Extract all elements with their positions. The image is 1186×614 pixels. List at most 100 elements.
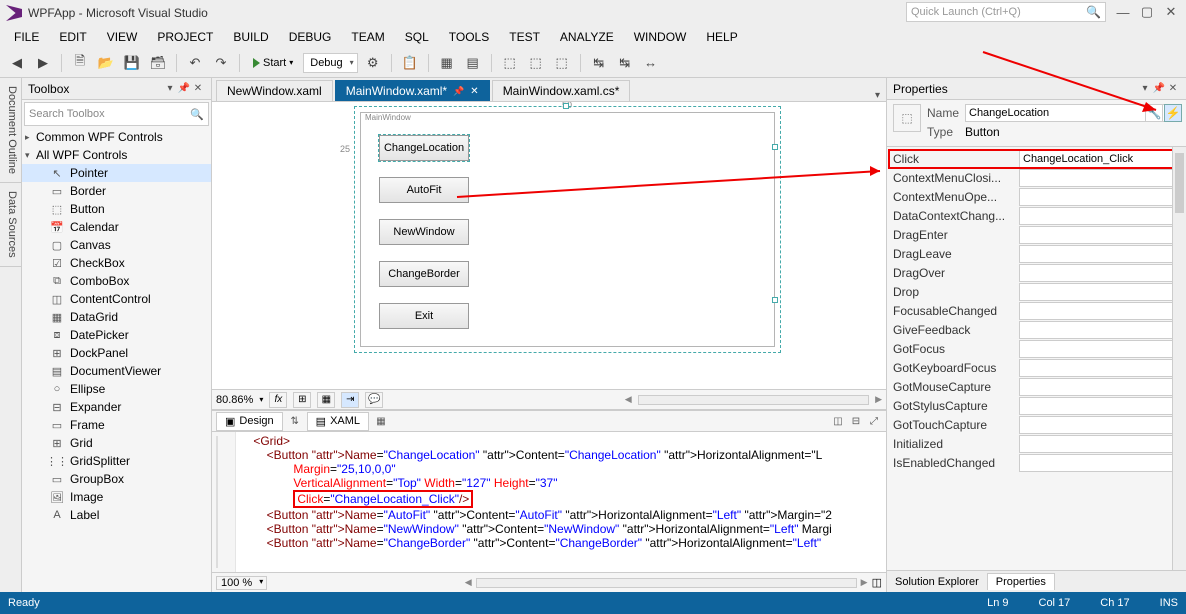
doc-tab[interactable]: MainWindow.xaml.cs* (492, 80, 631, 101)
menu-team[interactable]: TEAM (341, 28, 394, 46)
tb-icon-10[interactable]: ↔ (640, 52, 662, 74)
rail-data-sources[interactable]: Data Sources (0, 183, 21, 267)
tb-icon-2[interactable]: 📋 (399, 52, 421, 74)
toolbox-item-documentviewer[interactable]: ▤DocumentViewer (22, 362, 211, 380)
open-file-button[interactable]: 📂 (95, 52, 117, 74)
resize-handle[interactable] (563, 103, 569, 109)
event-handler-input[interactable] (1019, 359, 1184, 377)
properties-close-icon[interactable]: ✕ (1166, 83, 1180, 94)
toolbox-item-grid[interactable]: ⊞Grid (22, 434, 211, 452)
toolbox-item-calendar[interactable]: 📅Calendar (22, 218, 211, 236)
event-handler-input[interactable] (1019, 207, 1184, 225)
tabs-overflow-icon[interactable]: ▾ (869, 90, 886, 101)
properties-mode-button[interactable]: 🔧 (1145, 104, 1163, 122)
toolbox-item-border[interactable]: ▭Border (22, 182, 211, 200)
toolbox-item-button[interactable]: ⬚Button (22, 200, 211, 218)
tb-icon-1[interactable]: ⚙ (362, 52, 384, 74)
menu-view[interactable]: VIEW (97, 28, 148, 46)
toolbox-item-gridsplitter[interactable]: ⋮⋮GridSplitter (22, 452, 211, 470)
toolbox-item-contentcontrol[interactable]: ◫ContentControl (22, 290, 211, 308)
snap-button[interactable]: ▦ (317, 392, 335, 408)
maximize-button[interactable]: ▢ (1136, 2, 1158, 22)
event-handler-input[interactable] (1019, 302, 1184, 320)
close-button[interactable]: ✕ (1160, 2, 1182, 22)
nav-forward-button[interactable]: ▶ (32, 52, 54, 74)
swap-panes-icon[interactable]: ⇅ (287, 413, 303, 429)
event-handler-input[interactable] (1019, 416, 1184, 434)
resize-handle[interactable] (772, 297, 778, 303)
close-tab-icon[interactable]: ✕ (470, 86, 478, 97)
toolbox-item-datagrid[interactable]: ▦DataGrid (22, 308, 211, 326)
menu-build[interactable]: BUILD (223, 28, 278, 46)
tb-icon-4[interactable]: ▤ (462, 52, 484, 74)
toolbox-item-dockpanel[interactable]: ⊞DockPanel (22, 344, 211, 362)
snapline-button[interactable]: ⇥ (341, 392, 359, 408)
event-handler-input[interactable] (1019, 169, 1184, 187)
nav-back-button[interactable]: ◀ (6, 52, 28, 74)
split-icon[interactable]: ◫ (872, 576, 882, 589)
effects-button[interactable]: 💬 (365, 392, 383, 408)
menu-analyze[interactable]: ANALYZE (550, 28, 624, 46)
menu-sql[interactable]: SQL (395, 28, 439, 46)
menu-help[interactable]: HELP (696, 28, 747, 46)
toolbox-item-ellipse[interactable]: ○Ellipse (22, 380, 211, 398)
solution-explorer-tab[interactable]: Solution Explorer (887, 574, 987, 590)
event-handler-input[interactable] (1019, 435, 1184, 453)
design-tab[interactable]: ▣ Design (216, 412, 283, 431)
menu-window[interactable]: WINDOW (624, 28, 697, 46)
event-handler-input[interactable] (1019, 321, 1184, 339)
event-handler-input[interactable] (1019, 454, 1184, 472)
quick-launch-input[interactable]: Quick Launch (Ctrl+Q) 🔍 (906, 2, 1106, 22)
minimize-button[interactable]: — (1112, 2, 1134, 22)
save-button[interactable]: 💾 (121, 52, 143, 74)
expand-pane-icon[interactable]: ⤢ (866, 413, 882, 429)
save-all-button[interactable]: 🗃 (147, 52, 169, 74)
tb-icon-5[interactable]: ⬚ (499, 52, 521, 74)
grid-snap-button[interactable]: ⊞ (293, 392, 311, 408)
toolbox-item-combobox[interactable]: ⧉ComboBox (22, 272, 211, 290)
event-handler-input[interactable] (1019, 378, 1184, 396)
event-handler-input[interactable] (1019, 264, 1184, 282)
toolbox-item-groupbox[interactable]: ▭GroupBox (22, 470, 211, 488)
event-handler-input[interactable] (1019, 245, 1184, 263)
toolbox-item-pointer[interactable]: ↖Pointer (22, 164, 211, 182)
rail-document-outline[interactable]: Document Outline (0, 78, 21, 183)
toolbox-item-expander[interactable]: ⊟Expander (22, 398, 211, 416)
tb-icon-3[interactable]: ▦ (436, 52, 458, 74)
toolbox-item-frame[interactable]: ▭Frame (22, 416, 211, 434)
resize-handle[interactable] (772, 144, 778, 150)
pin-icon[interactable]: 📌 (453, 86, 464, 97)
split-h-icon[interactable]: ⊟ (848, 413, 864, 429)
toolbox-item-canvas[interactable]: ▢Canvas (22, 236, 211, 254)
menu-project[interactable]: PROJECT (147, 28, 223, 46)
toolbox-item-label[interactable]: ALabel (22, 506, 211, 524)
toolbox-group[interactable]: All WPF Controls (22, 146, 211, 164)
toolbox-search-input[interactable]: Search Toolbox 🔍 (24, 102, 209, 126)
doc-tab[interactable]: MainWindow.xaml* 📌 ✕ (335, 80, 490, 101)
menu-edit[interactable]: EDIT (49, 28, 96, 46)
event-handler-input[interactable] (1019, 150, 1184, 168)
split-v-icon[interactable]: ◫ (830, 413, 846, 429)
event-handler-input[interactable] (1019, 283, 1184, 301)
event-handler-input[interactable] (1019, 188, 1184, 206)
toolbox-group[interactable]: Common WPF Controls (22, 128, 211, 146)
xaml-zoom-dropdown[interactable]: 100 % (216, 576, 267, 590)
event-handler-input[interactable] (1019, 226, 1184, 244)
properties-pin-icon[interactable]: 📌 (1152, 83, 1166, 94)
event-handler-input[interactable] (1019, 397, 1184, 415)
redo-button[interactable]: ↷ (210, 52, 232, 74)
h-scrollbar[interactable] (476, 578, 857, 588)
xaml-tab[interactable]: ▤ XAML (307, 412, 369, 431)
events-scrollbar[interactable] (1172, 147, 1186, 570)
new-project-button[interactable]: 🗎 (69, 52, 91, 74)
event-handler-input[interactable] (1019, 340, 1184, 358)
menu-debug[interactable]: DEBUG (279, 28, 342, 46)
start-debug-button[interactable]: Start ▾ (247, 52, 299, 74)
menu-tools[interactable]: TOOLS (439, 28, 499, 46)
toolbox-item-datepicker[interactable]: ⧈DatePicker (22, 326, 211, 344)
search-icon[interactable]: 🔍 (1086, 5, 1101, 19)
properties-tab[interactable]: Properties (987, 573, 1055, 590)
doc-tab[interactable]: NewWindow.xaml (216, 80, 333, 101)
fx-button[interactable]: fx (269, 392, 287, 408)
doc-outline-icon[interactable]: ▦ (373, 413, 389, 429)
